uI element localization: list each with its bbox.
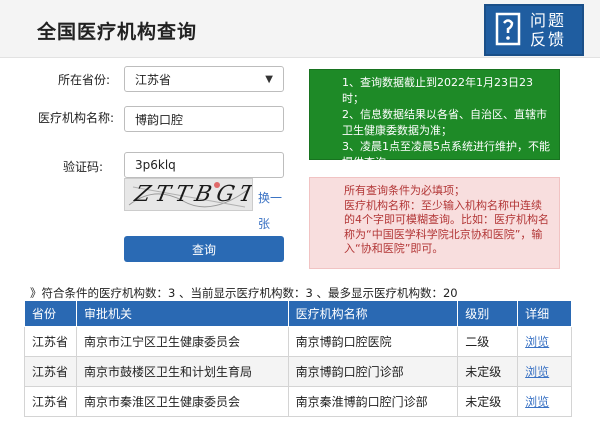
table-row: 江苏省 南京市鼓楼区卫生和计划生育局 南京博韵口腔门诊部 未定级 浏览 [24,356,572,387]
chevron-down-icon: ▼ [265,73,273,85]
refresh-captcha-link[interactable]: 换一张 [258,185,286,237]
institution-name-label: 医疗机构名称: [37,111,115,125]
province-select[interactable]: 江苏省 ▼ [124,66,284,92]
cell-level: 二级 [457,326,519,357]
notice-tips-box: 所有查询条件为必填项； 医疗机构名称：至少输入机构名称中连续的4个字即可模糊查询… [309,177,560,269]
cell-institution: 南京秦淮博韵口腔门诊部 [287,386,459,417]
page-title: 全国医疗机构查询 [37,21,198,43]
document-question-icon [494,11,524,49]
cell-detail: 浏览 [517,386,572,417]
query-button[interactable]: 查询 [124,236,284,262]
table-header-row: 省份 审批机关 医疗机构名称 级别 详细 [24,300,572,327]
cell-province: 江苏省 [24,326,77,357]
cell-level: 未定级 [457,356,519,387]
column-header: 级别 [457,300,519,327]
results-table: 省份 审批机关 医疗机构名称 级别 详细 江苏省 南京市江宁区卫生健康委员会 南… [24,300,572,417]
results-summary: 》符合条件的医疗机构数：3 、当前显示医疗机构数：3 、最多显示医疗机构数：20 [30,286,458,300]
cell-detail: 浏览 [517,326,572,357]
cell-authority: 南京市秦淮区卫生健康委员会 [75,386,289,417]
cell-province: 江苏省 [24,386,77,417]
cell-institution: 南京博韵口腔医院 [287,326,459,357]
tip-line: 所有查询条件为必填项； [344,184,465,197]
cell-authority: 南京市鼓楼区卫生和计划生育局 [75,356,289,387]
detail-link[interactable]: 浏览 [525,365,549,379]
cell-level: 未定级 [457,386,519,417]
province-select-value: 江苏省 [135,72,172,87]
notice-line: 1、查询数据截止到2022年1月23日23时； [342,76,533,105]
feedback-label: 问题反馈 [530,11,567,49]
cell-institution: 南京博韵口腔门诊部 [287,356,459,387]
cell-detail: 浏览 [517,356,572,387]
institution-name-input[interactable]: 博韵口腔 [124,106,284,132]
notice-info-box: 1、查询数据截止到2022年1月23日23时； 2、信息数据结果以各省、自治区、… [309,69,560,169]
notice-line: 3、凌晨1点至凌晨5点系统进行维护，不能提供查询。 [342,140,550,169]
column-header: 审批机关 [75,300,289,327]
feedback-button[interactable]: 问题反馈 [484,4,584,56]
column-header: 医疗机构名称 [287,300,459,327]
captcha-label: 验证码: [63,160,104,174]
captcha-image: ZTTBGT [124,178,253,211]
tip-line: 医疗机构名称：至少输入机构名称中连续的4个字即可模糊查询。比如：医疗机构名称为“… [344,198,549,256]
cell-authority: 南京市江宁区卫生健康委员会 [75,326,289,357]
captcha-input[interactable]: 3p6klq [124,152,284,178]
captcha-text: ZTTBGT [132,182,253,207]
column-header: 省份 [24,300,77,327]
table-row: 江苏省 南京市江宁区卫生健康委员会 南京博韵口腔医院 二级 浏览 [24,326,572,357]
page-header: 全国医疗机构查询 问题反馈 [0,0,600,58]
notice-line: 2、信息数据结果以各省、自治区、直辖市卫生健康委数据为准； [342,108,547,137]
column-header: 详细 [517,300,572,327]
table-row: 江苏省 南京市秦淮区卫生健康委员会 南京秦淮博韵口腔门诊部 未定级 浏览 [24,386,572,417]
province-label: 所在省份: [57,73,110,87]
detail-link[interactable]: 浏览 [525,395,549,409]
cell-province: 江苏省 [24,356,77,387]
detail-link[interactable]: 浏览 [525,335,549,349]
